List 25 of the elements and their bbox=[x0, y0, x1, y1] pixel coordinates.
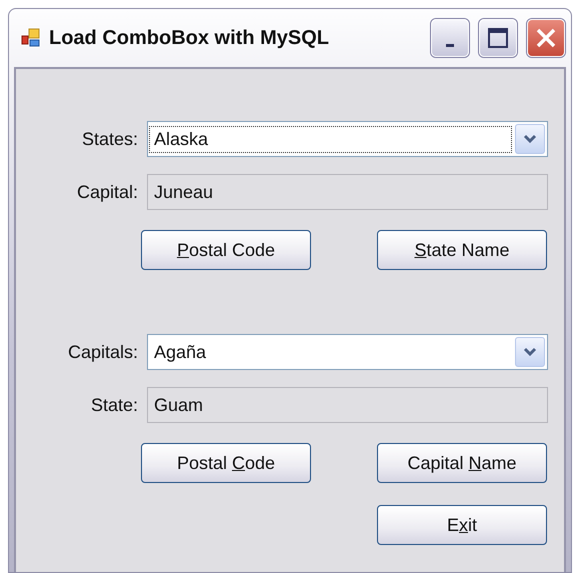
combo-label: Capitals: bbox=[66, 342, 138, 362]
dropdown-field[interactable]: Agaña bbox=[147, 334, 548, 370]
postal-code-button[interactable]: Postal Code bbox=[141, 443, 311, 483]
chevron-down-icon bbox=[523, 134, 537, 144]
combo-label: States: bbox=[80, 128, 138, 150]
field-label: Capital: bbox=[76, 182, 138, 202]
dropdown-button[interactable] bbox=[515, 337, 545, 367]
dropdown-button[interactable] bbox=[515, 124, 545, 154]
minimize-icon bbox=[446, 44, 454, 46]
field-label: State: bbox=[90, 394, 138, 416]
dropdown-field[interactable]: Alaska bbox=[147, 121, 548, 157]
state-name-button[interactable]: State Name bbox=[377, 230, 547, 270]
readonly-field[interactable]: Juneau bbox=[147, 174, 548, 210]
app-icon bbox=[21, 28, 41, 48]
maximize-icon bbox=[487, 27, 509, 49]
close-button[interactable] bbox=[527, 19, 565, 57]
exit-button[interactable]: Exit bbox=[377, 505, 547, 545]
capital-name-button[interactable]: Capital Name bbox=[377, 443, 547, 483]
readonly-field[interactable]: Guam bbox=[147, 387, 548, 423]
chevron-down-icon bbox=[523, 347, 537, 357]
close-icon bbox=[535, 27, 557, 49]
postal-code-button[interactable]: Postal Code bbox=[141, 230, 311, 270]
minimize-button[interactable] bbox=[431, 19, 469, 57]
window-title: Load ComboBox with MySQL bbox=[49, 26, 330, 50]
maximize-button[interactable] bbox=[479, 19, 517, 57]
